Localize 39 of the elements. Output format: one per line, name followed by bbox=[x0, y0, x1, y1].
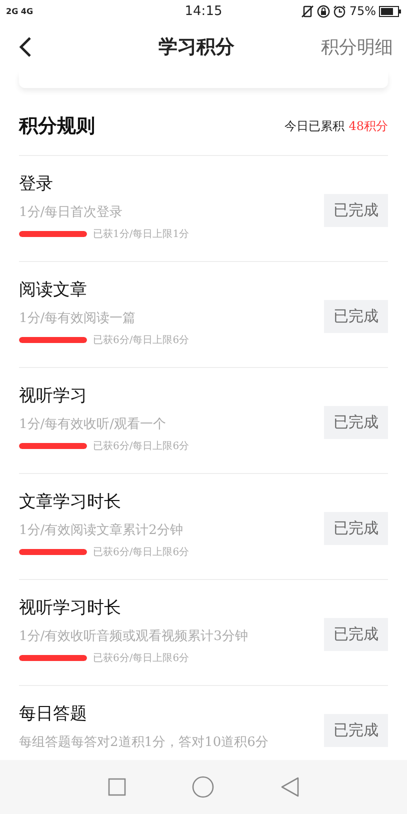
back-triangle-icon[interactable] bbox=[280, 777, 299, 797]
rule-title: 视听学习 bbox=[19, 385, 88, 407]
rule-title: 登录 bbox=[19, 173, 54, 195]
back-button[interactable] bbox=[18, 36, 32, 58]
rule-title: 视听学习时长 bbox=[19, 597, 122, 619]
summary-label: 今日已累积 bbox=[284, 118, 345, 134]
status-button[interactable]: 已完成 bbox=[324, 618, 388, 651]
status-button[interactable]: 已完成 bbox=[324, 300, 388, 333]
rule-title: 阅读文章 bbox=[19, 279, 88, 301]
progress-text: 已获6分/每日上限6分 bbox=[93, 440, 190, 453]
rule-title: 每日答题 bbox=[19, 703, 88, 725]
rule-description: 每组答题每答对2道积1分，答对10道积6分 bbox=[19, 734, 268, 751]
progress-text: 已获1分/每日上限1分 bbox=[93, 228, 190, 241]
page-title: 学习积分 bbox=[158, 35, 234, 60]
vibrate-off-icon bbox=[301, 4, 314, 18]
battery-icon bbox=[379, 6, 401, 16]
alarm-icon bbox=[333, 4, 346, 18]
rule-description: 1分/每有效收听/观看一个 bbox=[19, 416, 168, 433]
status-button[interactable]: 已完成 bbox=[324, 406, 388, 439]
square-nav-icon[interactable] bbox=[108, 778, 126, 796]
rule-description: 1分/有效阅读文章累计2分钟 bbox=[19, 522, 184, 539]
progress-text: 已获6分/每日上限6分 bbox=[93, 546, 190, 559]
clock-time: 14:15 bbox=[184, 4, 222, 18]
rule-description: 1分/每日首次登录 bbox=[19, 204, 124, 221]
section-title: 积分规则 bbox=[19, 114, 95, 139]
network-indicator: 2G 4G bbox=[6, 6, 34, 16]
progress-text: 已获6分/每日上限6分 bbox=[93, 652, 190, 665]
rule-description: 1分/有效收听音频或观看视频累计3分钟 bbox=[19, 628, 248, 645]
points-detail-link[interactable]: 积分明细 bbox=[321, 35, 393, 59]
progress-text: 已获6分/每日上限6分 bbox=[93, 334, 190, 347]
lock-icon bbox=[317, 4, 330, 18]
status-button[interactable]: 已完成 bbox=[324, 714, 388, 747]
home-circle-icon[interactable] bbox=[192, 776, 214, 798]
rule-title: 文章学习时长 bbox=[19, 491, 122, 513]
status-button[interactable]: 已完成 bbox=[324, 512, 388, 545]
battery-percent: 75% bbox=[349, 4, 376, 18]
status-button[interactable]: 已完成 bbox=[324, 194, 388, 227]
summary-points: 48积分 bbox=[348, 118, 388, 134]
rule-description: 1分/每有效阅读一篇 bbox=[19, 310, 137, 327]
